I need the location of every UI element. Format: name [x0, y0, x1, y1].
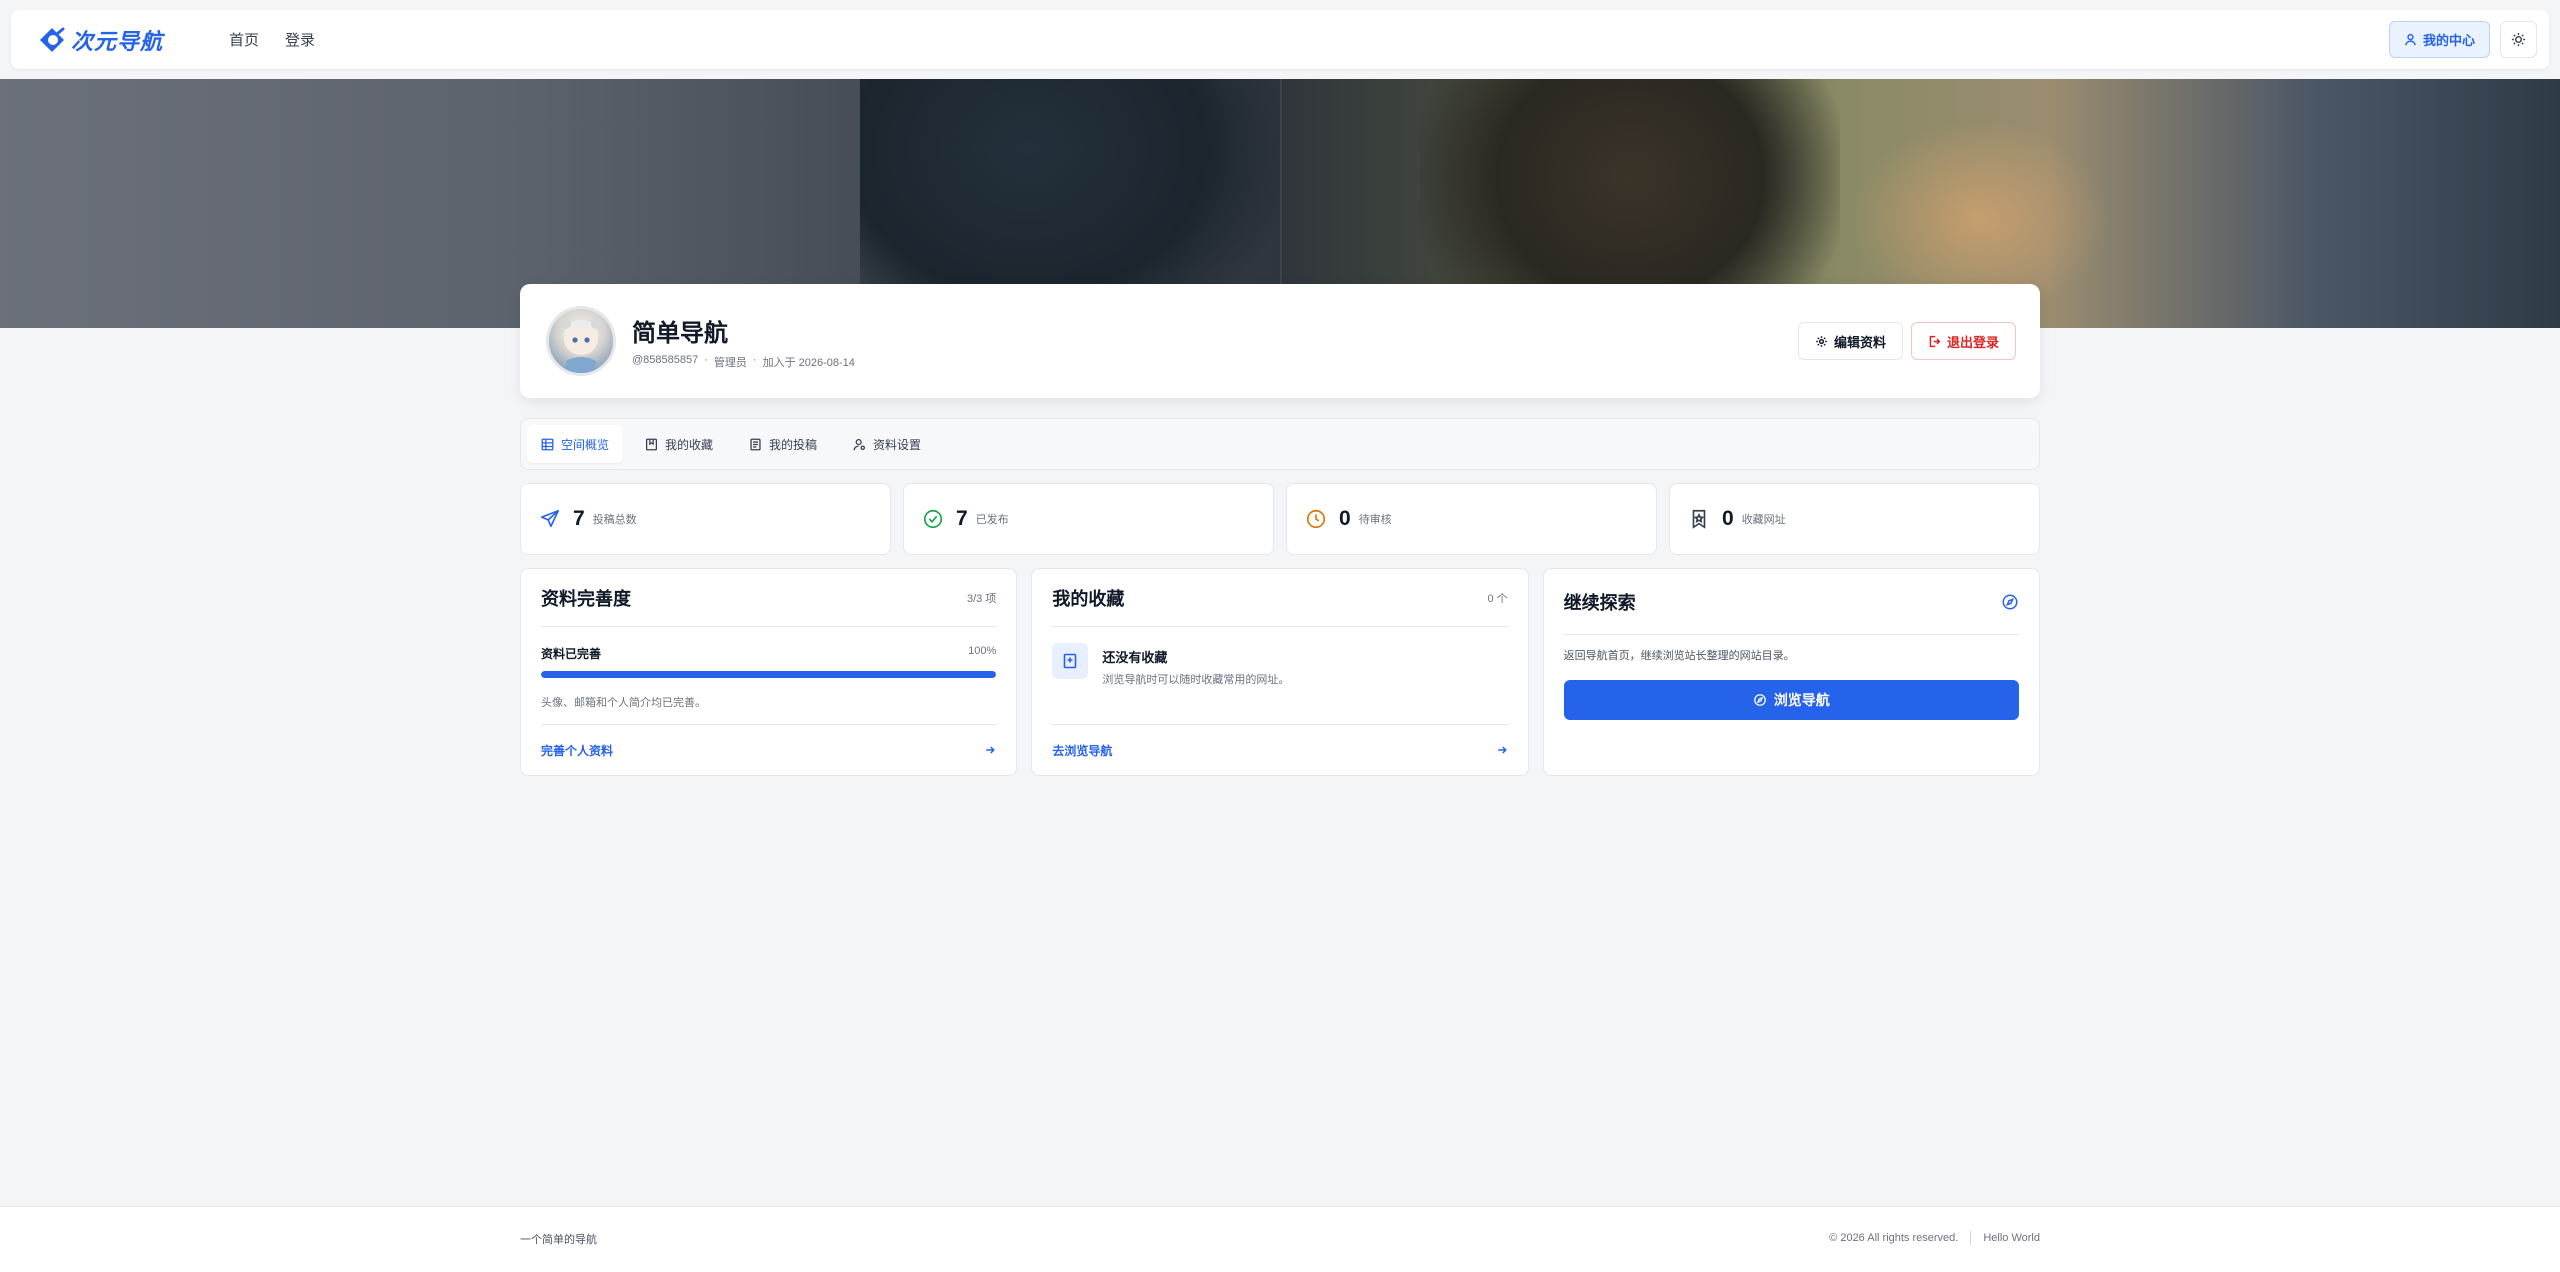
empty-title: 还没有收藏	[1102, 650, 1168, 665]
stat-label: 收藏网址	[1741, 514, 1786, 526]
footer-right: © 2026 All rights reserved. Hello World	[1829, 1231, 2040, 1245]
site-logo[interactable]: 次元导航	[37, 24, 163, 56]
stats-row: 7 投稿总数 7 已发布 0 待审核 0 收藏网址	[520, 483, 2040, 555]
completeness-status: 资料已完善	[541, 647, 602, 661]
arrow-right-icon	[986, 746, 996, 754]
profile-tabs: 空间概览 我的收藏 我的投稿 资料设置	[520, 418, 2040, 470]
user-settings-icon	[853, 438, 866, 450]
browse-nav-button-label: 浏览导航	[1773, 692, 1830, 708]
user-icon	[2405, 33, 2416, 46]
edit-profile-label: 编辑资料	[1833, 334, 1886, 350]
profile-role: 管理员	[713, 356, 747, 369]
progress-fill	[541, 671, 997, 678]
browse-nav-button[interactable]: 浏览导航	[1563, 680, 2019, 720]
my-center-button[interactable]: 我的中心	[2388, 21, 2490, 58]
main-nav: 首页 登录	[229, 29, 315, 50]
browse-nav-label: 去浏览导航	[1052, 743, 1113, 758]
stat-label: 投稿总数	[592, 514, 637, 526]
logout-button[interactable]: 退出登录	[1910, 322, 2016, 360]
sun-icon	[2511, 32, 2526, 47]
overview-cards: 资料完善度 3/3 项 资料已完善 100% 头像、邮箱和个人简介均已完善。 完…	[520, 568, 2040, 776]
footer-copyright: © 2026 All rights reserved.	[1829, 1232, 1959, 1244]
profile-name: 简单导航	[632, 319, 728, 347]
tab-favorites-label: 我的收藏	[665, 437, 714, 452]
stat-label: 待审核	[1358, 514, 1392, 526]
completeness-percent: 100%	[968, 645, 997, 657]
tab-overview[interactable]: 空间概览	[527, 425, 624, 463]
stat-published: 7 已发布	[903, 483, 1274, 555]
stat-value: 7	[573, 507, 585, 530]
edit-profile-button[interactable]: 编辑资料	[1797, 322, 1903, 360]
profile-joined: 加入于 2026-08-14	[762, 356, 855, 369]
stat-label: 已发布	[975, 514, 1009, 526]
profile-handle: @858585857	[632, 353, 699, 366]
completeness-count: 3/3 项	[966, 592, 997, 605]
gear-icon	[1816, 335, 1827, 347]
favorites-count: 0 个	[1487, 592, 1508, 605]
completeness-title: 资料完善度	[541, 588, 631, 609]
logo-text: 次元导航	[71, 28, 164, 54]
check-circle-icon	[923, 509, 943, 529]
stat-value: 7	[956, 507, 968, 530]
favorites-empty-state: 还没有收藏 浏览导航时可以随时收藏常用的网址。	[1052, 643, 1507, 687]
stat-value: 0	[1722, 507, 1734, 530]
completeness-note: 头像、邮箱和个人简介均已完善。	[541, 697, 706, 709]
compass-icon	[2002, 594, 2018, 609]
footer: 一个简单的导航 © 2026 All rights reserved. Hell…	[0, 1206, 2560, 1272]
avatar[interactable]	[546, 306, 616, 376]
tab-settings-label: 资料设置	[873, 437, 922, 452]
footer-tagline: 一个简单的导航	[520, 1234, 597, 1246]
profile-actions: 编辑资料 退出登录	[1797, 322, 2016, 360]
completeness-progress-bar	[541, 671, 997, 678]
document-icon	[750, 438, 761, 450]
logout-label: 退出登录	[1946, 334, 1999, 350]
tab-submissions[interactable]: 我的投稿	[735, 425, 831, 463]
complete-profile-link[interactable]: 完善个人资料	[541, 724, 997, 775]
browse-nav-link[interactable]: 去浏览导航	[1052, 724, 1508, 775]
empty-desc: 浏览导航时可以随时收藏常用的网址。	[1102, 674, 1290, 686]
profile-card: 简单导航 @858585857 · 管理员 · 加入于 2026-08-14 编…	[520, 284, 2040, 398]
tab-settings[interactable]: 资料设置	[839, 425, 935, 463]
my-center-label: 我的中心	[2422, 33, 2475, 48]
bookmark-icon	[645, 438, 658, 450]
nav-login-link[interactable]: 登录	[285, 29, 315, 50]
stat-pending: 0 待审核	[1286, 483, 1657, 555]
completeness-card: 资料完善度 3/3 项 资料已完善 100% 头像、邮箱和个人简介均已完善。 完…	[520, 568, 1018, 776]
tab-submissions-label: 我的投稿	[769, 437, 818, 452]
stat-favorites: 0 收藏网址	[1669, 483, 2040, 555]
explore-desc: 返回导航首页，继续浏览站长整理的网站目录。	[1563, 650, 1795, 662]
compass-icon	[1753, 694, 1766, 706]
send-icon	[540, 509, 560, 528]
tab-favorites[interactable]: 我的收藏	[631, 425, 727, 463]
footer-hello-link[interactable]: Hello World	[1983, 1232, 2040, 1244]
grid-icon	[541, 438, 554, 450]
logout-icon	[1929, 335, 1941, 347]
header-actions: 我的中心	[2388, 21, 2537, 58]
empty-bookmark-icon	[1052, 643, 1089, 679]
nav-home-link[interactable]: 首页	[229, 29, 259, 50]
explore-card: 继续探索 返回导航首页，继续浏览站长整理的网站目录。 浏览导航	[1542, 568, 2040, 776]
explore-title: 继续探索	[1563, 592, 1636, 613]
clock-icon	[1306, 509, 1326, 529]
complete-profile-label: 完善个人资料	[541, 743, 614, 758]
stat-value: 0	[1339, 507, 1351, 530]
profile-info: 简单导航 @858585857 · 管理员 · 加入于 2026-08-14	[632, 313, 855, 370]
favorites-card: 我的收藏 0 个 还没有收藏 浏览导航时可以随时收藏常用的网址。 去浏览导航	[1031, 568, 1529, 776]
profile-meta: @858585857 · 管理员 · 加入于 2026-08-14	[632, 353, 855, 369]
tab-overview-label: 空间概览	[561, 437, 610, 452]
stat-total-submissions: 7 投稿总数	[520, 483, 891, 555]
top-navbar: 次元导航 首页 登录 我的中心	[11, 10, 2549, 69]
logo-icon	[40, 27, 65, 52]
theme-toggle-button[interactable]	[2500, 21, 2537, 58]
bookmark-star-icon	[1692, 509, 1706, 529]
favorites-title: 我的收藏	[1052, 588, 1125, 609]
arrow-right-icon	[1497, 746, 1507, 754]
